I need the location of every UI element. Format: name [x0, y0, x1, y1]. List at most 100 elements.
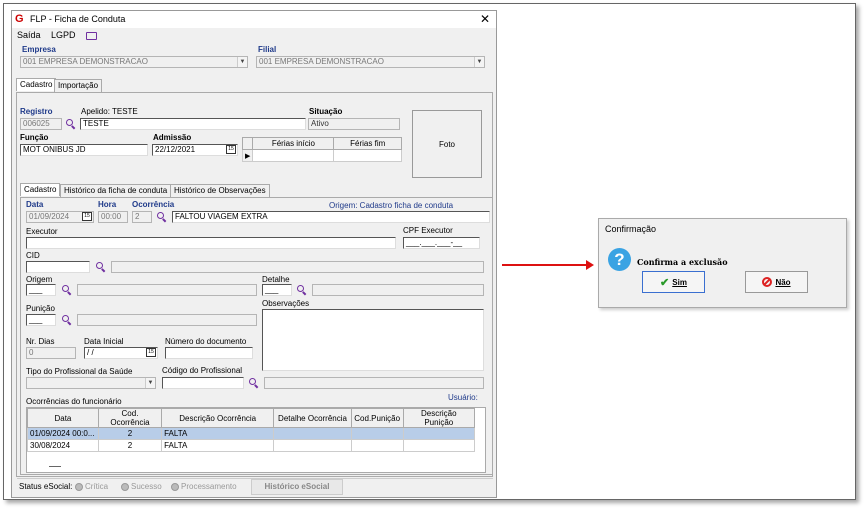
executor-field[interactable] [26, 237, 396, 249]
search-icon[interactable] [62, 285, 71, 294]
nao-button[interactable]: Não [745, 271, 808, 293]
filial-select[interactable]: 001 EMPRESA DEMONSTRACAO ▼ [256, 56, 485, 68]
nr-dias-label: Nr. Dias [26, 337, 55, 346]
table-header-row: Data Cod. Ocorrência Descrição Ocorrênci… [27, 408, 476, 428]
ferias-indicator-header [241, 137, 254, 150]
calendar-icon[interactable]: 15 [226, 145, 236, 154]
detalhe-desc-field [312, 284, 484, 296]
cell-data: 01/09/2024 00:0... [27, 427, 99, 440]
search-icon[interactable] [157, 212, 166, 221]
status-critica-label: Crítica [85, 482, 109, 491]
num-doc-field[interactable] [165, 347, 253, 359]
tipo-prof-label: Tipo do Profissional da Saúde [26, 367, 133, 376]
status-processamento-label: Processamento [181, 482, 237, 491]
ocorrencia-code-field[interactable]: 2 [132, 211, 152, 223]
tab-cadastro[interactable]: Cadastro [20, 183, 61, 196]
ferias-inicio-header: Férias início [252, 137, 335, 150]
chevron-down-icon[interactable]: ▼ [474, 57, 484, 67]
ferias-inicio-cell[interactable] [252, 149, 335, 162]
chevron-down-icon[interactable]: ▼ [145, 378, 155, 388]
ocorrencia-desc-field[interactable]: FALTOU VIAGEM EXTRA [172, 211, 490, 223]
tab-cadastro-top[interactable]: Cadastro [16, 78, 57, 91]
annotation-arrow [502, 260, 594, 270]
cod-prof-desc-field [264, 377, 484, 389]
sim-label: Sim [672, 277, 687, 287]
search-icon[interactable] [96, 262, 105, 271]
nr-dias-field[interactable]: 0 [26, 347, 76, 359]
tab-historico-observacoes[interactable]: Histórico de Observações [170, 184, 270, 197]
empresa-select[interactable]: 001 EMPRESA DEMONSTRACAO ▼ [20, 56, 248, 68]
tipo-prof-select[interactable]: ▼ [26, 377, 156, 389]
col-cod-punicao[interactable]: Cod.Punição [350, 408, 404, 428]
cell-desc-ocorrencia: FALTA [161, 439, 275, 452]
calendar-icon[interactable]: 15 [82, 212, 92, 221]
no-entry-icon [762, 277, 773, 287]
historico-esocial-button[interactable]: Histórico eSocial [251, 479, 343, 495]
punicao-field[interactable]: ___ [26, 314, 56, 326]
cell-cod-punicao [350, 439, 404, 452]
col-desc-punicao[interactable]: Descrição Punição [402, 408, 476, 428]
tab-importacao-label: Importação [58, 81, 99, 90]
monitor-icon[interactable] [86, 31, 98, 40]
col-desc-ocorrencia[interactable]: Descrição Ocorrência [161, 408, 275, 428]
origem-desc-field [77, 284, 257, 296]
search-icon[interactable] [62, 315, 71, 324]
status-sucesso: Sucesso [121, 482, 162, 491]
status-processamento-radio-icon [171, 482, 179, 491]
funcao-field[interactable]: MOT ONIBUS JD [20, 144, 148, 156]
col-cod-ocorrencia[interactable]: Cod. Ocorrência [97, 408, 163, 428]
calendar-icon[interactable]: 15 [146, 348, 156, 357]
search-icon[interactable] [249, 378, 258, 387]
status-processamento: Processamento [171, 482, 237, 491]
chevron-down-icon[interactable]: ▼ [237, 57, 247, 67]
ocorrencias-grid[interactable]: Data Cod. Ocorrência Descrição Ocorrênci… [26, 407, 486, 473]
table-row[interactable]: 01/09/2024 00:0... 2 FALTA [27, 427, 476, 440]
nome-field[interactable]: TESTE [80, 118, 306, 130]
tab-importacao[interactable]: Importação [54, 79, 103, 92]
ocorrencias-label: Ocorrências do funcionário [26, 397, 122, 406]
scroll-indicator [49, 466, 61, 467]
foto-label: Foto [438, 139, 455, 149]
cod-prof-field[interactable] [162, 377, 244, 389]
col-data[interactable]: Data [27, 408, 99, 428]
col-detalhe-ocorrencia[interactable]: Detalhe Ocorrência [273, 408, 352, 428]
tab-historico-ficha[interactable]: Histórico da ficha de conduta [60, 184, 172, 197]
executor-label: Executor [26, 227, 58, 236]
ocorrencias-table: Data Cod. Ocorrência Descrição Ocorrênci… [27, 408, 476, 452]
cpf-field[interactable]: ___.___.___-__ [403, 237, 480, 249]
search-icon[interactable] [297, 285, 306, 294]
sim-button[interactable]: ✔ Sim [642, 271, 705, 293]
tab-cadastro-label: Cadastro [24, 185, 57, 194]
cell-detalhe-ocorrencia [273, 439, 352, 452]
origem-field[interactable]: ___ [26, 284, 56, 296]
tab-cadastro-top-label: Cadastro [20, 80, 53, 89]
tab-historico-ficha-label: Histórico da ficha de conduta [64, 186, 168, 195]
close-icon[interactable]: ✕ [480, 12, 490, 26]
cid-field[interactable] [26, 261, 90, 273]
menu-saida[interactable]: Saída [17, 30, 41, 40]
cell-detalhe-ocorrencia [273, 427, 352, 440]
data-label: Data [26, 200, 44, 209]
funcao-label: Função [20, 133, 49, 142]
hora-field[interactable]: 00:00 [98, 211, 128, 223]
tab-historico-observacoes-label: Histórico de Observações [174, 186, 266, 195]
cell-desc-ocorrencia: FALTA [161, 427, 275, 440]
registro-field[interactable]: 006025 [20, 118, 62, 130]
empresa-label: Empresa [22, 45, 56, 54]
menu-lgpd[interactable]: LGPD [51, 30, 76, 40]
title-bar: G FLP - Ficha de Conduta ✕ [12, 11, 496, 28]
foto-box[interactable]: Foto [412, 110, 482, 178]
status-sucesso-radio-icon [121, 482, 129, 491]
hora-label: Hora [98, 200, 117, 209]
menu-bar: Saída LGPD [17, 30, 105, 42]
cod-prof-label: Código do Profissional [162, 366, 243, 375]
table-row[interactable]: 30/08/2024 2 FALTA [27, 439, 476, 452]
observacoes-textarea[interactable] [262, 309, 484, 371]
dialog-title: Confirmação [605, 224, 657, 234]
detalhe-field[interactable]: ___ [262, 284, 292, 296]
search-icon[interactable] [66, 119, 75, 128]
situacao-label: Situação [309, 107, 343, 116]
apelido-label: Apelido: TESTE [81, 107, 138, 116]
ferias-fim-cell[interactable] [333, 149, 402, 162]
cid-desc-field [111, 261, 484, 273]
